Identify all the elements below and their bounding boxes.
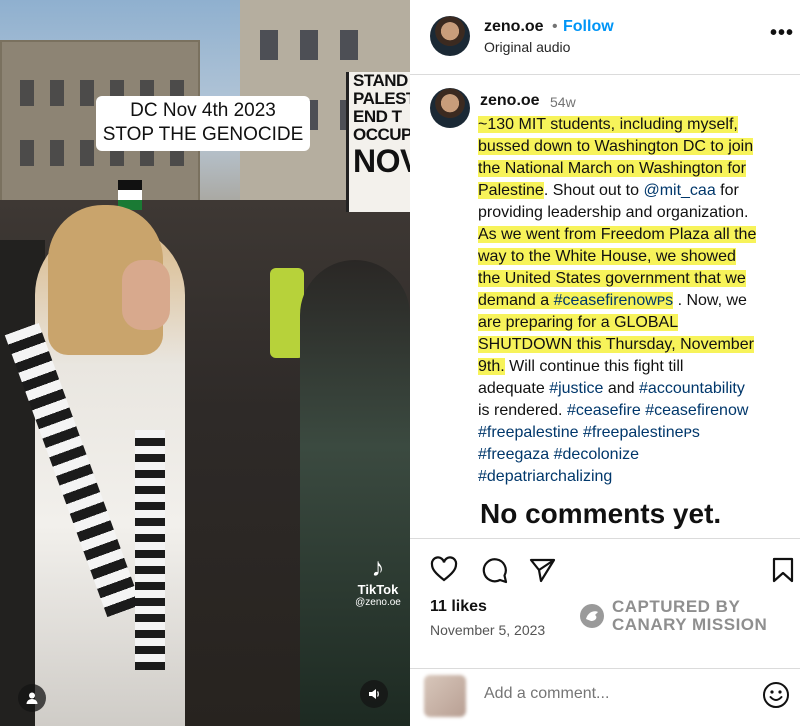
caption-segment: . Now, we: [673, 292, 747, 309]
no-comments-message: No comments yet.: [480, 498, 722, 529]
separator-dot: •: [552, 18, 558, 35]
watermark-line: CANARY MISSION: [612, 615, 768, 634]
caption-line: bussed down to Washington DC to join: [478, 136, 798, 158]
follow-button[interactable]: Follow: [563, 18, 614, 36]
caption-line: are preparing for a GLOBAL: [478, 312, 798, 334]
post-date: November 5, 2023: [430, 622, 546, 638]
caption-line: the United States government that we: [478, 268, 798, 290]
hashtag-link[interactable]: @mit_caa: [643, 182, 715, 199]
caption-segment: is rendered.: [478, 402, 567, 419]
share-icon[interactable]: [528, 556, 556, 584]
watermark-line: CAPTURED BY: [612, 597, 741, 616]
safety-vest: [270, 268, 304, 358]
hashtag-link[interactable]: #freepalestine: [478, 424, 579, 441]
hashtag-link[interactable]: #ceasefirenow: [645, 402, 748, 419]
caption-line: demand a #ceasefirenowᴘs . Now, we: [478, 290, 798, 312]
bookmark-icon[interactable]: [770, 556, 796, 584]
caption-line: #freegaza #decolonize: [478, 444, 798, 466]
caption-segment: and: [603, 380, 640, 397]
comment-icon[interactable]: [480, 556, 508, 584]
banner-line: OCCUPAT: [353, 125, 410, 144]
caption-segment: As we went from Freedom Plaza all the: [478, 226, 757, 243]
hashtag-link[interactable]: #decolonize: [554, 446, 639, 463]
mute-button[interactable]: [360, 680, 388, 708]
caption-segment: ~130 MIT students, including myself,: [478, 116, 738, 133]
caption-line: 9th. Will continue this fight till: [478, 356, 798, 378]
tiktok-name: TikTok: [357, 582, 399, 597]
heart-icon[interactable]: [430, 556, 458, 584]
caption-segment: demand a: [478, 292, 554, 309]
hashtag-link[interactable]: #ceasefire: [567, 402, 641, 419]
caption-segment: SHUTDOWN this Thursday, November: [478, 336, 754, 353]
canary-logo-icon: [580, 604, 604, 628]
caption-line: way to the White House, we showed: [478, 246, 798, 268]
hashtag-link[interactable]: #justice: [549, 380, 603, 397]
caption-segment: adequate: [478, 380, 550, 397]
banner-line: PALESTI: [353, 89, 410, 108]
hashtag-link[interactable]: #depatriarchalizing: [478, 468, 612, 485]
canary-mission-watermark: CAPTURED BY CANARY MISSION: [578, 598, 767, 634]
caption-segment: providing leadership and organization.: [478, 204, 749, 221]
flag: [118, 180, 142, 210]
person: [300, 260, 410, 726]
comment-bar: [410, 668, 800, 727]
caption-line: providing leadership and organization.: [478, 202, 798, 224]
caption-segment: Will continue this fight till: [504, 358, 684, 375]
caption-segment: 9th.: [478, 358, 505, 375]
tiktok-watermark: ♪ TikTok @zeno.oe: [346, 552, 410, 608]
hashtag-link[interactable]: #ceasefirenowᴘs: [553, 292, 674, 309]
caption-line: #depatriarchalizing: [478, 466, 798, 488]
post-header: zeno.oe • Follow Original audio •••: [410, 0, 800, 75]
banner-line: NOV: [353, 143, 410, 179]
actions-divider: [410, 538, 800, 539]
caption-segment: for: [715, 182, 739, 199]
caption-line: adequate #justice and #accountability: [478, 378, 798, 400]
hashtag-link[interactable]: #accountability: [639, 380, 745, 397]
caption-segment: way to the White House, we showed: [478, 248, 736, 265]
post-panel: zeno.oe • Follow Original audio ••• zeno…: [410, 0, 800, 726]
banner-line: STAND W: [353, 71, 410, 90]
caption-username[interactable]: zeno.oe: [480, 92, 540, 110]
hand: [122, 260, 170, 330]
caption-segment: the United States government that we: [478, 270, 746, 287]
header-username[interactable]: zeno.oe: [484, 18, 544, 36]
caption-line: As we went from Freedom Plaza all the: [478, 224, 798, 246]
tiktok-handle: @zeno.oe: [355, 597, 401, 608]
user-avatar: [424, 675, 466, 717]
post-timestamp[interactable]: 54w: [550, 94, 576, 110]
caption-line: ~130 MIT students, including myself,: [478, 114, 798, 136]
caption-segment: the National March on Washington for: [478, 160, 746, 177]
post-media[interactable]: STAND W PALESTI END T OCCUPAT NOV DC Nov…: [0, 0, 410, 726]
speaker-icon: [369, 689, 379, 699]
likes-count[interactable]: 11 likes: [430, 598, 487, 616]
comment-input[interactable]: [484, 685, 744, 703]
caption-avatar[interactable]: [430, 88, 470, 128]
keffiyeh-scarf: [135, 430, 165, 670]
avatar[interactable]: [430, 16, 470, 56]
banner-line: END T: [353, 107, 402, 126]
caption-line: #freepalestine #freepalestineᴘs: [478, 422, 798, 444]
caption-segment: bussed down to Washington DC to join: [478, 138, 754, 155]
hashtag-link[interactable]: #freegaza: [478, 446, 549, 463]
caption-line: the National March on Washington for: [478, 158, 798, 180]
caption-segment: are preparing for a GLOBAL: [478, 314, 679, 331]
caption-text: ~130 MIT students, including myself, buss…: [478, 114, 798, 488]
caption-line: Palestine. Shout out to @mit_caa for: [478, 180, 798, 202]
tiktok-logo-icon: ♪: [371, 552, 385, 582]
caption-line: SHUTDOWN this Thursday, November: [478, 334, 798, 356]
caption-line: DC Nov 4th 2023: [130, 100, 276, 121]
more-options-icon[interactable]: •••: [770, 22, 794, 45]
audio-label[interactable]: Original audio: [484, 39, 570, 55]
tagged-users-button[interactable]: [18, 684, 46, 712]
caption-line: is rendered. #ceasefire #ceasefirenow: [478, 400, 798, 422]
caption-line: STOP THE GENOCIDE: [102, 124, 304, 145]
video-caption-overlay: DC Nov 4th 2023 STOP THE GENOCIDE: [96, 96, 310, 151]
protest-banner: STAND W PALESTI END T OCCUPAT NOV: [346, 72, 410, 212]
caption-segment: . Shout out to: [543, 182, 644, 199]
hashtag-link[interactable]: #freepalestineᴘs: [583, 424, 700, 441]
smiley-icon[interactable]: [762, 681, 790, 709]
person-icon: [26, 692, 38, 704]
caption-segment: Palestine: [478, 182, 544, 199]
